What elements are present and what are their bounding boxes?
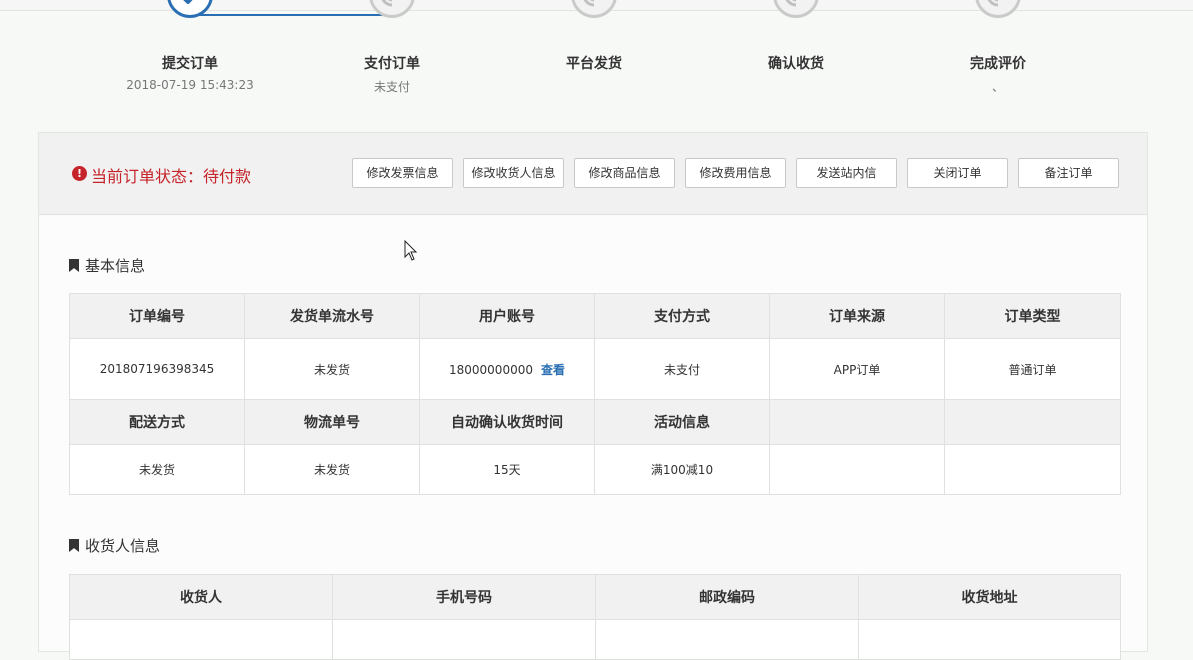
close-order-button[interactable]: 关闭订单 <box>907 158 1008 188</box>
header-cell: 物流单号 <box>244 399 420 445</box>
edit-fees-button[interactable]: 修改费用信息 <box>685 158 786 188</box>
header-cell: 活动信息 <box>594 399 770 445</box>
bookmark-icon <box>69 539 79 552</box>
order-status-bar: ! 当前订单状态：待付款 修改发票信息 修改收货人信息 修改商品信息 修改费用信… <box>39 133 1147 215</box>
bookmark-icon <box>69 259 79 272</box>
send-message-button[interactable]: 发送站内信 <box>796 158 897 188</box>
receiver-info-table: 收货人 手机号码 邮政编码 收货地址 <box>69 574 1121 660</box>
header-cell <box>944 399 1121 445</box>
tracking-number-cell: 未发货 <box>244 444 420 495</box>
empty-cell <box>944 444 1121 495</box>
payment-method-cell: 未支付 <box>594 338 770 400</box>
header-cell: 用户账号 <box>419 293 595 339</box>
order-status-text: 当前订单状态：待付款 <box>91 167 252 186</box>
step-label: 提交订单 <box>162 56 218 72</box>
table-row <box>69 619 1121 660</box>
header-cell: 收货人 <box>69 574 333 620</box>
order-detail-panel: ! 当前订单状态：待付款 修改发票信息 修改收货人信息 修改商品信息 修改费用信… <box>38 132 1148 660</box>
header-cell: 发货单流水号 <box>244 293 420 339</box>
header-cell: 邮政编码 <box>595 574 859 620</box>
auto-confirm-time-cell: 15天 <box>419 444 595 495</box>
view-user-link[interactable]: 查看 <box>541 363 565 377</box>
pending-spiral-icon <box>975 0 1021 18</box>
table-header-row: 订单编号 发货单流水号 用户账号 支付方式 订单来源 订单类型 <box>69 293 1121 339</box>
edit-products-button[interactable]: 修改商品信息 <box>574 158 675 188</box>
step-label: 确认收货 <box>768 56 824 72</box>
section-title-text: 收货人信息 <box>85 537 161 555</box>
header-cell <box>769 399 945 445</box>
receiver-address-cell <box>858 619 1121 660</box>
delivery-method-cell: 未发货 <box>69 444 245 495</box>
header-cell: 订单来源 <box>769 293 945 339</box>
pending-spiral-icon <box>571 0 617 18</box>
basic-info-table: 订单编号 发货单流水号 用户账号 支付方式 订单来源 订单类型 20180719… <box>69 293 1121 495</box>
step-subtext: 未支付 <box>373 80 410 94</box>
header-cell: 支付方式 <box>594 293 770 339</box>
receiver-name-cell <box>69 619 333 660</box>
order-progress-steps: 提交订单 2018-07-19 15:43:23 支付订单 未支付 平台发货 确… <box>0 0 1193 120</box>
edit-invoice-button[interactable]: 修改发票信息 <box>352 158 453 188</box>
receiver-phone-cell <box>332 619 596 660</box>
user-account-cell: 18000000000 查看 <box>419 338 595 400</box>
receiver-zip-cell <box>595 619 859 660</box>
table-row: 201807196398345 未发货 18000000000 查看 未支付 AP… <box>69 338 1121 400</box>
step-label: 平台发货 <box>566 56 622 72</box>
progress-line <box>190 14 392 16</box>
step-subtext: 2018-07-19 15:43:23 <box>126 78 254 92</box>
header-cell: 手机号码 <box>332 574 596 620</box>
header-cell: 订单类型 <box>944 293 1121 339</box>
pending-spiral-icon <box>773 0 819 18</box>
step-label: 支付订单 <box>364 56 420 72</box>
table-header-row: 配送方式 物流单号 自动确认收货时间 活动信息 <box>69 399 1121 445</box>
empty-cell <box>769 444 945 495</box>
user-account-value: 18000000000 <box>449 362 533 377</box>
order-source-cell: APP订单 <box>769 338 945 400</box>
order-number-cell: 201807196398345 <box>69 338 245 400</box>
mouse-cursor-icon <box>404 240 418 261</box>
promotion-info-cell: 满100减10 <box>594 444 770 495</box>
step-subtext: 、 <box>991 80 1004 94</box>
header-cell: 订单编号 <box>69 293 245 339</box>
table-row: 未发货 未发货 15天 满100减10 <box>69 444 1121 495</box>
header-cell: 收货地址 <box>858 574 1121 620</box>
header-cell: 自动确认收货时间 <box>419 399 595 445</box>
table-header-row: 收货人 手机号码 邮政编码 收货地址 <box>69 574 1121 620</box>
receiver-info-title: 收货人信息 <box>69 535 160 556</box>
order-type-cell: 普通订单 <box>944 338 1121 400</box>
section-title-text: 基本信息 <box>85 257 146 275</box>
basic-info-title: 基本信息 <box>69 255 145 276</box>
remark-order-button[interactable]: 备注订单 <box>1018 158 1119 188</box>
shipment-serial-cell: 未发货 <box>244 338 420 400</box>
edit-receiver-button[interactable]: 修改收货人信息 <box>463 158 564 188</box>
step-label: 完成评价 <box>970 56 1026 72</box>
alert-circle-icon: ! <box>72 166 87 181</box>
header-cell: 配送方式 <box>69 399 245 445</box>
